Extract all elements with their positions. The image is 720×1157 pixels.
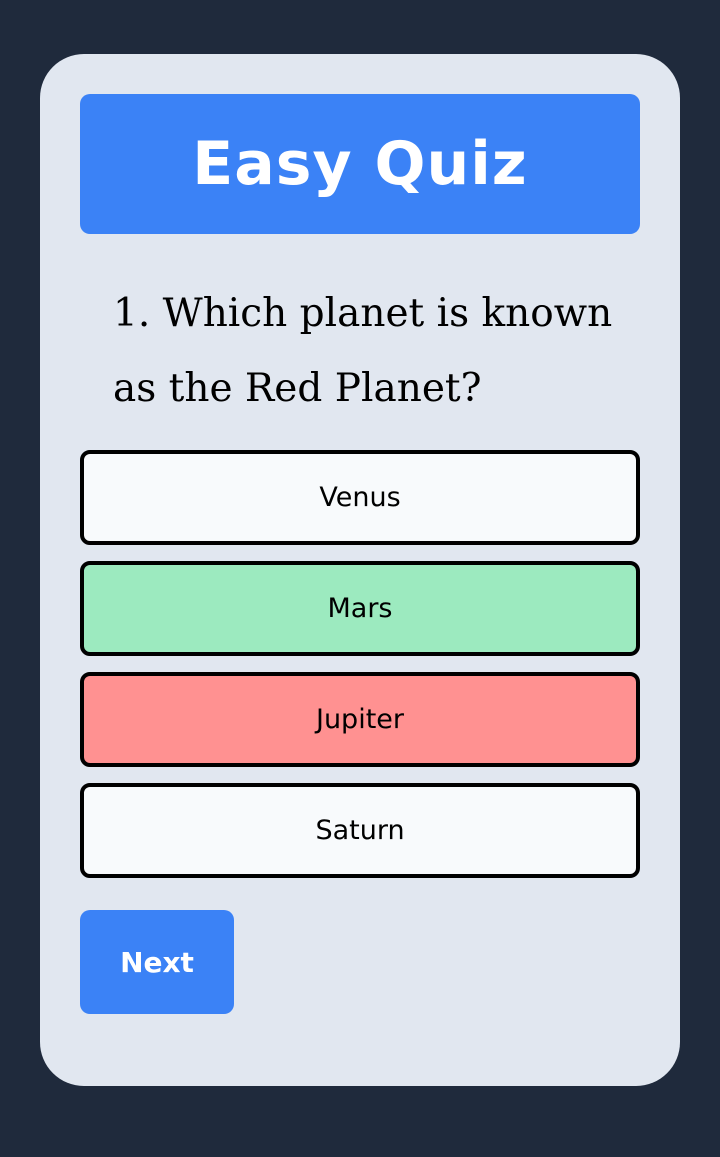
answer-option-saturn[interactable]: Saturn (80, 783, 640, 878)
quiz-card: Easy Quiz 1. Which planet is known as th… (40, 54, 680, 1086)
quiz-header: Easy Quiz (80, 94, 640, 234)
answer-list: Venus Mars Jupiter Saturn (80, 450, 640, 894)
question-text: 1. Which planet is known as the Red Plan… (113, 291, 613, 411)
next-button[interactable]: Next (80, 910, 234, 1014)
answer-option-mars[interactable]: Mars (80, 561, 640, 656)
answer-option-venus[interactable]: Venus (80, 450, 640, 545)
quiz-title: Easy Quiz (192, 129, 528, 199)
answer-option-jupiter[interactable]: Jupiter (80, 672, 640, 767)
